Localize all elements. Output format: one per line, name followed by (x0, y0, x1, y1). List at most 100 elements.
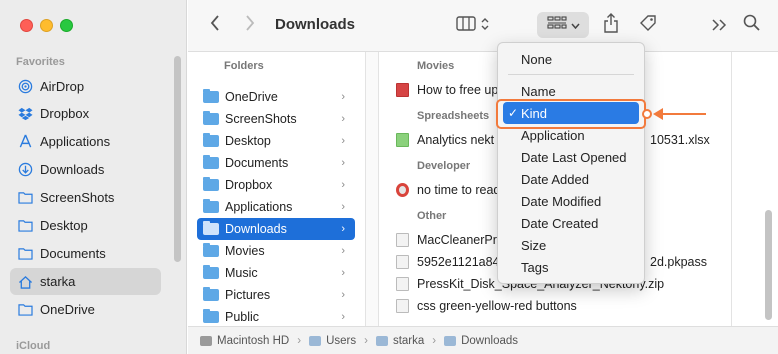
menu-item-date-added[interactable]: Date Added (503, 168, 639, 190)
column-row-applications[interactable]: Applications › (197, 196, 355, 218)
path-item-label: Users (326, 334, 357, 347)
menu-item-date-created[interactable]: Date Created (503, 212, 639, 234)
chevron-right-icon (245, 14, 255, 36)
sidebar-item-label: OneDrive (40, 302, 95, 317)
path-item-macintosh-hd[interactable]: Macintosh HD (200, 335, 289, 347)
path-item-users[interactable]: Users (309, 335, 356, 347)
back-button[interactable] (206, 14, 224, 36)
sidebar-item-onedrive[interactable]: OneDrive (10, 296, 161, 323)
group-header-other: Other (417, 210, 447, 222)
chevron-right-icon: › (341, 223, 345, 235)
column-row-music[interactable]: Music › (197, 262, 355, 284)
row-label: Movies (225, 244, 265, 258)
tags-button[interactable] (638, 14, 658, 36)
sidebar-item-screenshots[interactable]: ScreenShots (10, 184, 161, 211)
columns-view-icon (455, 15, 476, 36)
sidebar-item-documents[interactable]: Documents (10, 240, 161, 267)
sidebar-item-airdrop[interactable]: AirDrop (10, 73, 161, 100)
share-button[interactable] (601, 12, 621, 36)
minimize-window-button[interactable] (40, 19, 53, 32)
sidebar-item-downloads[interactable]: Downloads (10, 156, 161, 183)
column-row-pictures[interactable]: Pictures › (197, 284, 355, 306)
column-row-movies[interactable]: Movies › (197, 240, 355, 262)
view-mode-button[interactable] (452, 14, 492, 36)
sidebar-item-label: AirDrop (40, 79, 85, 94)
file-row[interactable]: Analytics nekt (396, 130, 494, 150)
sidebar: Favorites AirDrop Dropbox Applications D… (0, 0, 187, 354)
close-window-button[interactable] (20, 19, 33, 32)
file-name: 2d.pkpass (650, 255, 707, 269)
airdrop-icon (17, 79, 33, 95)
chevron-right-icon: › (341, 245, 345, 257)
sidebar-item-desktop[interactable]: Desktop (10, 212, 161, 239)
chevron-right-icon: › (341, 91, 345, 103)
menu-item-tags[interactable]: Tags (503, 256, 639, 278)
icloud-section-label: iCloud (16, 340, 51, 352)
folder-icon (203, 89, 219, 103)
document-file-icon (396, 299, 409, 313)
sidebar-item-starka[interactable]: starka (10, 268, 161, 295)
file-row[interactable]: 5952e1121a84 (396, 252, 500, 272)
toolbar: Downloads (188, 0, 778, 52)
menu-item-label: Date Created (521, 215, 599, 231)
tag-icon (639, 14, 657, 37)
toolbar-overflow-button[interactable] (710, 14, 728, 36)
group-by-button[interactable] (537, 12, 589, 38)
column-row-dropbox[interactable]: Dropbox › (197, 174, 355, 196)
column-scrollbar[interactable] (765, 210, 772, 320)
chevron-right-icon: › (341, 201, 345, 213)
updown-chevron-icon (481, 15, 489, 36)
folder-icon (17, 218, 33, 234)
menu-item-label: Tags (521, 259, 549, 275)
chrome-file-icon (396, 183, 409, 197)
folder-icon (203, 287, 219, 301)
file-row[interactable]: no time to read (396, 180, 500, 200)
menu-item-date-last-opened[interactable]: Date Last Opened (503, 146, 639, 168)
home-icon (17, 274, 33, 290)
sidebar-item-label: Dropbox (40, 106, 90, 121)
sidebar-item-label: Documents (40, 246, 106, 261)
column-row-screenshots[interactable]: ScreenShots › (197, 108, 355, 130)
search-button[interactable] (741, 14, 761, 36)
row-label: Applications (225, 200, 293, 214)
zoom-window-button[interactable] (60, 19, 73, 32)
sidebar-item-label: Applications (40, 134, 111, 149)
path-item-downloads[interactable]: Downloads (444, 335, 518, 347)
sidebar-item-label: Desktop (40, 218, 88, 233)
chevron-right-icon: › (341, 157, 345, 169)
file-row[interactable]: MacCleanerPr (396, 230, 497, 250)
folder-icon (444, 335, 457, 346)
folder-icon (17, 302, 33, 318)
column-row-onedrive[interactable]: OneDrive › (197, 86, 355, 108)
column-scrollbar-track[interactable] (366, 52, 379, 326)
chevron-right-icon: › (341, 267, 345, 279)
column-row-documents[interactable]: Documents › (197, 152, 355, 174)
dropbox-icon (17, 106, 33, 122)
path-item-starka[interactable]: starka (375, 335, 424, 347)
annotation-arrow-line (660, 113, 706, 115)
sidebar-scrollbar[interactable] (174, 56, 181, 262)
folder-icon (203, 133, 219, 147)
menu-item-date-modified[interactable]: Date Modified (503, 190, 639, 212)
group-by-menu: None Name ✓ Kind Application Date Last Op… (497, 42, 645, 284)
menu-item-none[interactable]: None (503, 48, 639, 70)
file-row[interactable]: How to free up (396, 80, 498, 100)
column-row-desktop[interactable]: Desktop › (197, 130, 355, 152)
path-item-label: Downloads (461, 334, 519, 347)
folder-icon (203, 199, 219, 213)
grid-icon (546, 15, 567, 35)
forward-button[interactable] (241, 14, 259, 36)
sidebar-item-dropbox[interactable]: Dropbox (10, 100, 161, 127)
folders-column: Folders OneDrive › ScreenShots › Desktop › … (188, 52, 366, 326)
annotation-arrow-dot (642, 109, 652, 119)
column-row-public[interactable]: Public › (197, 306, 355, 328)
column-row-downloads[interactable]: Downloads › (197, 218, 355, 240)
favorites-section-label: Favorites (16, 56, 65, 68)
file-name: MacCleanerPr (417, 233, 497, 247)
group-header-movies: Movies (417, 60, 455, 72)
applications-icon (17, 134, 33, 150)
chevron-down-icon (570, 16, 580, 34)
sidebar-item-applications[interactable]: Applications (10, 128, 161, 155)
menu-item-size[interactable]: Size (503, 234, 639, 256)
file-row[interactable]: css green-yellow-red buttons (396, 296, 577, 316)
